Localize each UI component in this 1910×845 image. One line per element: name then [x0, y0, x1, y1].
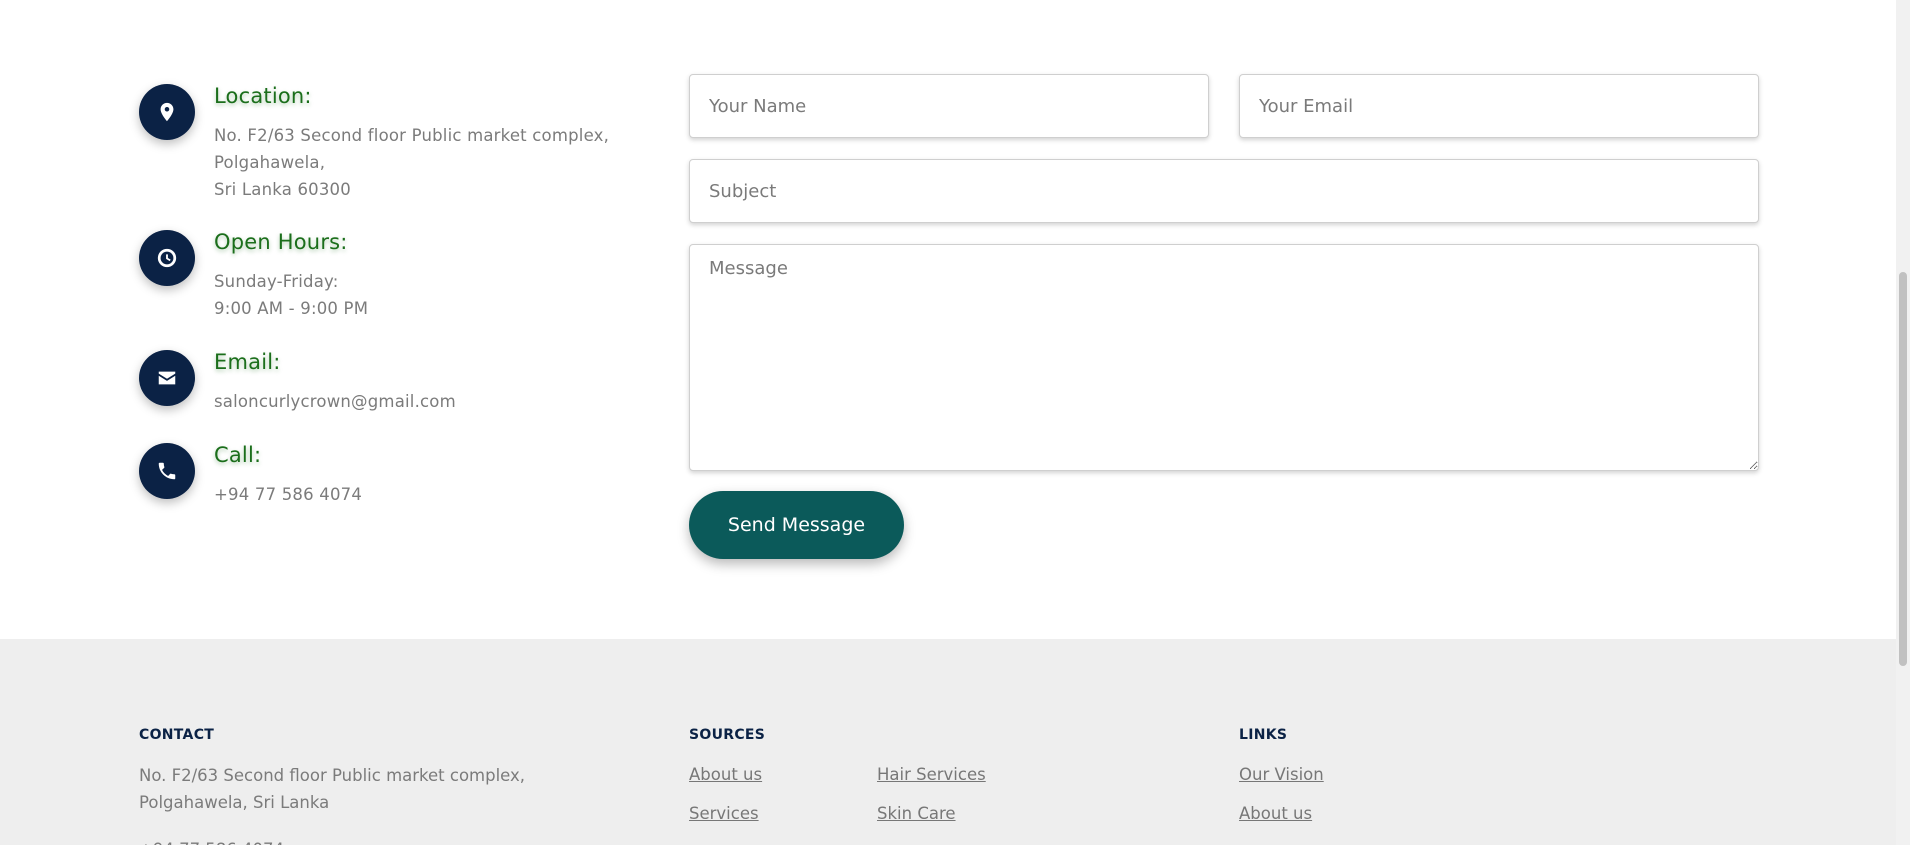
clock-icon [139, 230, 195, 286]
address-line: No. F2/63 Second floor Public market com… [214, 126, 610, 145]
email-title: Email: [214, 350, 281, 374]
footer-phone: +94 77 586 4074 [139, 836, 284, 845]
footer-address-line: Polgahawela, Sri Lanka [139, 793, 330, 812]
footer-contact-heading: CONTACT [139, 727, 215, 743]
page-scrollbar[interactable] [1896, 0, 1910, 845]
map-pin-icon [139, 84, 195, 140]
phone-icon [139, 443, 195, 499]
location-title: Location: [214, 84, 312, 108]
footer-link-about-us[interactable]: About us [689, 765, 762, 784]
name-input[interactable] [689, 74, 1209, 138]
email-info: Email: saloncurlycrown@gmail.com [139, 350, 659, 420]
email-input[interactable] [1239, 74, 1759, 138]
hours-title: Open Hours: [214, 230, 348, 254]
phone-number: +94 77 586 4074 [214, 485, 363, 504]
contact-page: Location: No. F2/63 Second floor Public … [0, 0, 1910, 845]
footer-links-heading: LINKS [1239, 727, 1288, 743]
hours-time: 9:00 AM - 9:00 PM [214, 299, 369, 318]
subject-input[interactable] [689, 159, 1759, 223]
location-address: No. F2/63 Second floor Public market com… [214, 122, 609, 203]
message-textarea[interactable] [689, 244, 1759, 471]
footer-link-our-vision[interactable]: Our Vision [1239, 765, 1324, 784]
hours-info: Open Hours: Sunday-Friday: 9:00 AM - 9:0… [139, 230, 659, 326]
footer-address-line: No. F2/63 Second floor Public market com… [139, 766, 526, 785]
call-info: Call: +94 77 586 4074 [139, 443, 659, 513]
footer-link-skin-care[interactable]: Skin Care [877, 804, 956, 823]
email-address: saloncurlycrown@gmail.com [214, 392, 456, 411]
send-message-button[interactable]: Send Message [689, 491, 904, 559]
footer-link-services[interactable]: Services [689, 804, 759, 823]
footer-link-about-us-2[interactable]: About us [1239, 804, 1312, 823]
footer-sources-heading: SOURCES [689, 727, 766, 743]
footer-link-hair-services[interactable]: Hair Services [877, 765, 986, 784]
call-title: Call: [214, 443, 262, 467]
address-line: Polgahawela, [214, 153, 326, 172]
footer-contact-address: No. F2/63 Second floor Public market com… [139, 762, 525, 816]
hours-days: Sunday-Friday: [214, 272, 339, 291]
scrollbar-thumb[interactable] [1899, 272, 1907, 666]
address-line: Sri Lanka 60300 [214, 180, 351, 199]
hours-text: Sunday-Friday: 9:00 AM - 9:00 PM [214, 268, 368, 322]
footer: CONTACT No. F2/63 Second floor Public ma… [0, 639, 1896, 845]
location-info: Location: No. F2/63 Second floor Public … [139, 84, 659, 204]
envelope-icon [139, 350, 195, 406]
